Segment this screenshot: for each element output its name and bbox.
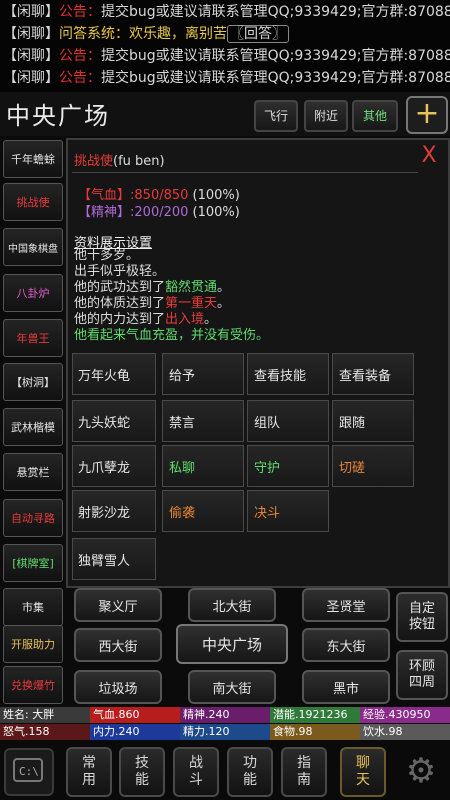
stat-potential: 潜能.1921236: [270, 707, 360, 723]
npc-item[interactable]: 九头妖蛇: [72, 400, 156, 442]
npc-item[interactable]: 九爪孽龙: [72, 445, 156, 487]
mp-stat: 【精神】:200/200 (100%): [78, 205, 240, 220]
sidebar-item[interactable]: [棋牌室]: [3, 544, 63, 582]
nav-north-street[interactable]: 北大街: [188, 588, 276, 622]
npc-item[interactable]: 万年火龟: [72, 353, 156, 395]
stat-name: 姓名: 大胖: [0, 707, 90, 723]
stat-anger: 怒气.158: [0, 724, 90, 740]
guard-button[interactable]: 守护: [247, 445, 329, 487]
sidebar-item[interactable]: 悬赏栏: [3, 453, 63, 491]
stat-exp: 经验.430950: [360, 707, 450, 723]
stat-hp: 气血.860: [90, 707, 180, 723]
sidebar-item[interactable]: 开服助力: [3, 625, 63, 663]
settings-icon[interactable]: ⚙: [398, 750, 444, 792]
look-around-button[interactable]: 环顾 四周: [396, 650, 448, 700]
sidebar-item[interactable]: 中国象棋盘: [3, 228, 63, 266]
info-line: 他的体质达到了第一重天。: [74, 296, 231, 311]
nav-junkyard[interactable]: 垃圾场: [74, 670, 162, 704]
close-icon[interactable]: X: [416, 144, 442, 168]
view-skills-button[interactable]: 查看技能: [247, 353, 329, 395]
svg-text:C:\: C:\: [19, 765, 39, 778]
mute-button[interactable]: 禁言: [162, 400, 244, 442]
console-icon[interactable]: C:\: [4, 748, 54, 796]
duel-button[interactable]: 决斗: [247, 490, 329, 532]
nav-central-square[interactable]: 中央广场: [176, 624, 288, 664]
combat-tab[interactable]: 战 斗: [173, 747, 219, 797]
location-title: 中央广场: [6, 102, 110, 130]
npc-name: 挑战使(fu ben): [74, 154, 165, 169]
team-button[interactable]: 组队: [247, 400, 329, 442]
fly-button[interactable]: 飞行: [254, 100, 298, 132]
common-tab[interactable]: 常 用: [66, 747, 112, 797]
stat-water: 饮水.98: [360, 724, 450, 740]
stat-spirit: 精神.240: [180, 707, 270, 723]
spar-button[interactable]: 切磋: [332, 445, 414, 487]
custom-button[interactable]: 自定 按钮: [396, 592, 448, 642]
divider: [72, 172, 418, 173]
npc-item[interactable]: 射影沙龙: [72, 490, 156, 532]
chat-line: 【闲聊】公告：提交bug或建议请联系管理QQ;9339429;官方群:87088: [3, 48, 450, 64]
chat-line: 【闲聊】公告：提交bug或建议请联系管理QQ;9339429;官方群:87088: [3, 70, 450, 86]
chat-line: 【闲聊】问答系统：欢乐趣，离别苦 〖回答〗: [3, 23, 450, 45]
nav-juyiting[interactable]: 聚义厅: [74, 588, 162, 622]
sidebar-item[interactable]: 年兽王: [3, 319, 63, 357]
view-equipment-button[interactable]: 查看装备: [332, 353, 414, 395]
stat-jingli: 精力.120: [180, 724, 270, 740]
function-tab[interactable]: 功 能: [227, 747, 273, 797]
nav-south-street[interactable]: 南大街: [188, 670, 276, 704]
stat-food: 食物.98: [270, 724, 360, 740]
npc-item[interactable]: 独臂雪人: [72, 538, 156, 580]
info-line: 他十多岁。: [74, 248, 140, 263]
sidebar-item[interactable]: 武林楷模: [3, 408, 63, 446]
answer-link[interactable]: 〖回答〗: [227, 25, 289, 43]
info-line: 他的武功达到了豁然贯通。: [74, 280, 231, 295]
nav-black-market[interactable]: 黑市: [302, 670, 390, 704]
nav-shengxiantang[interactable]: 圣贤堂: [302, 588, 390, 622]
stat-neili: 内力.240: [90, 724, 180, 740]
nav-east-street[interactable]: 东大街: [302, 628, 390, 662]
info-line: 出手似乎极轻。: [74, 264, 166, 279]
sidebar-item[interactable]: 【树洞】: [3, 363, 63, 401]
sidebar-item[interactable]: 市集: [3, 588, 63, 626]
info-line: 他的内力达到了出入境。: [74, 312, 218, 327]
info-line: 他看起来气血充盈，并没有受伤。: [74, 328, 270, 343]
sidebar-item[interactable]: 挑战使: [3, 183, 63, 221]
sidebar-item[interactable]: 自动寻路: [3, 499, 63, 537]
chat-line: 【闲聊】公告：提交bug或建议请联系管理QQ;9339429;官方群:87088: [3, 4, 450, 20]
chat-panel[interactable]: 【闲聊】公告：提交bug或建议请联系管理QQ;9339429;官方群:87088…: [0, 0, 450, 92]
skills-tab[interactable]: 技 能: [119, 747, 165, 797]
private-chat-button[interactable]: 私聊: [162, 445, 244, 487]
sidebar-item[interactable]: 千年蟾蜍: [3, 140, 63, 178]
nav-west-street[interactable]: 西大街: [74, 628, 162, 662]
other-button[interactable]: 其他: [352, 100, 398, 132]
sidebar-item[interactable]: 八卦炉: [3, 274, 63, 312]
follow-button[interactable]: 跟随: [332, 400, 414, 442]
nearby-button[interactable]: 附近: [304, 100, 348, 132]
give-button[interactable]: 给予: [162, 353, 244, 395]
sidebar-item[interactable]: 兑换爆竹: [3, 666, 63, 704]
plus-button[interactable]: +: [406, 96, 448, 134]
chat-tab[interactable]: 聊 天: [340, 747, 386, 797]
guide-tab[interactable]: 指 南: [281, 747, 327, 797]
sneak-attack-button[interactable]: 偷袭: [162, 490, 244, 532]
